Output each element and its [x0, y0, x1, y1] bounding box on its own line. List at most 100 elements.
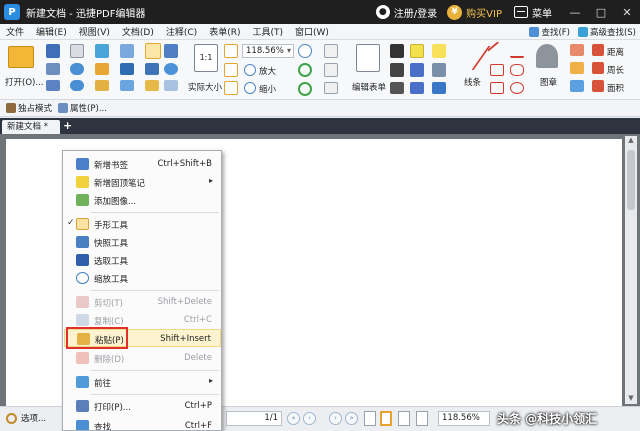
- ctx-add-image[interactable]: 添加图像...: [64, 191, 221, 209]
- actual-size-button[interactable]: 实际大小: [188, 81, 222, 93]
- vip-coin-icon[interactable]: ¥: [447, 4, 463, 20]
- register-login-link[interactable]: 注册/登录: [394, 5, 437, 20]
- zoom-in-button[interactable]: 放大: [259, 65, 276, 77]
- underline-icon[interactable]: [410, 63, 424, 77]
- menu-button[interactable]: 菜单: [532, 5, 552, 20]
- area-icon[interactable]: [592, 80, 604, 92]
- ctx-zoom-tool[interactable]: 缩放工具: [64, 269, 221, 287]
- email-icon[interactable]: [46, 80, 60, 91]
- zoom-out-icon[interactable]: [244, 82, 256, 94]
- edit-form-icon[interactable]: [356, 44, 380, 72]
- menu-edit[interactable]: 编辑(E): [30, 25, 73, 38]
- ctx-delete[interactable]: 删除(D) Delete: [64, 349, 221, 367]
- polyline-icon[interactable]: [490, 64, 504, 76]
- prev-page-icon[interactable]: ‹: [303, 412, 316, 425]
- callout-icon[interactable]: [390, 63, 404, 77]
- continuous-facing-view-icon[interactable]: [416, 411, 428, 426]
- edit-form-button[interactable]: 编辑表单: [352, 81, 386, 93]
- first-page-icon[interactable]: «: [287, 412, 300, 425]
- status-zoom-select[interactable]: 118.56%: [438, 411, 490, 426]
- rotate-icon[interactable]: [95, 44, 109, 58]
- ctx-find[interactable]: 查找 Ctrl+F: [64, 417, 221, 430]
- find-button[interactable]: 查找(F): [529, 26, 570, 38]
- cloud-icon[interactable]: [510, 82, 524, 94]
- menu-icon[interactable]: [514, 6, 528, 18]
- eraser-icon[interactable]: [570, 44, 584, 56]
- fit-page-icon[interactable]: [145, 80, 159, 91]
- actual-size-icon[interactable]: 1:1: [194, 44, 218, 72]
- form-text-icon[interactable]: [324, 44, 338, 58]
- scroll-up-icon[interactable]: ▲: [625, 136, 637, 146]
- stamp-button[interactable]: 图章: [540, 76, 557, 88]
- hand-tool-icon[interactable]: [145, 43, 161, 59]
- text-ribbon-icon[interactable]: [120, 63, 134, 75]
- arrow-icon[interactable]: [487, 41, 507, 61]
- ctx-cut[interactable]: 剪切(T) Shift+Delete: [64, 293, 221, 311]
- rotate-left-icon[interactable]: [298, 63, 312, 77]
- undo-icon[interactable]: [70, 63, 84, 75]
- exclusive-mode-button[interactable]: 独占模式: [6, 102, 52, 114]
- line-icon[interactable]: [449, 46, 491, 70]
- menu-comment[interactable]: 注释(C): [160, 25, 203, 38]
- strikeout-icon[interactable]: [410, 82, 424, 94]
- image-ribbon-icon[interactable]: [120, 44, 134, 58]
- facing-view-icon[interactable]: [398, 411, 410, 426]
- zoom-tool-icon[interactable]: [164, 63, 178, 75]
- properties-button[interactable]: 属性(P)...: [58, 102, 107, 114]
- menu-document[interactable]: 文档(D): [116, 25, 160, 38]
- open-folder-icon[interactable]: [8, 46, 34, 68]
- ctx-select-tool[interactable]: 选取工具: [64, 251, 221, 269]
- form-list-icon[interactable]: [324, 82, 338, 94]
- vertical-scrollbar[interactable]: ▲ ▼: [625, 136, 637, 404]
- print-icon[interactable]: [46, 63, 60, 75]
- zoom-dropdown-icon[interactable]: [298, 44, 312, 58]
- options-button[interactable]: 选项...: [6, 412, 46, 424]
- paste-ribbon-icon[interactable]: [95, 80, 109, 91]
- menu-form[interactable]: 表单(R): [203, 25, 246, 38]
- snapshot-icon[interactable]: [164, 44, 178, 58]
- redo-icon[interactable]: [70, 80, 84, 91]
- stamp-icon[interactable]: [536, 44, 558, 68]
- minimize-button[interactable]: —: [562, 0, 588, 24]
- ctx-print[interactable]: 打印(P)... Ctrl+P: [64, 397, 221, 415]
- zoom-select[interactable]: 118.56%: [242, 44, 294, 58]
- perimeter-icon[interactable]: [592, 62, 604, 74]
- ctx-add-sticky-note[interactable]: 新增固顶笔记 ▸: [64, 173, 221, 191]
- pencil-icon[interactable]: [510, 44, 524, 58]
- page-number-input[interactable]: 1/1: [226, 411, 282, 426]
- line-button[interactable]: 线条: [464, 76, 481, 88]
- menu-view[interactable]: 视图(V): [73, 25, 116, 38]
- zoom-in-icon[interactable]: [244, 64, 256, 76]
- cut-icon[interactable]: [95, 63, 109, 75]
- advanced-find-button[interactable]: 高级查找(S): [577, 26, 636, 38]
- sound-icon[interactable]: [432, 82, 446, 94]
- save-icon[interactable]: [46, 44, 60, 58]
- continuous-view-icon[interactable]: [380, 411, 392, 426]
- rotate-right-icon[interactable]: [298, 82, 312, 96]
- tag-ribbon-icon[interactable]: [120, 80, 134, 91]
- fit-width-icon[interactable]: [164, 80, 178, 91]
- select-text-icon[interactable]: [145, 63, 159, 75]
- scroll-thumb[interactable]: [627, 150, 635, 210]
- attach-icon[interactable]: [432, 63, 446, 77]
- next-page-icon[interactable]: ›: [329, 412, 342, 425]
- open-button[interactable]: 打开(O)...: [5, 76, 43, 88]
- ctx-goto[interactable]: 前往 ▸: [64, 373, 221, 391]
- ctx-hand-tool[interactable]: ✓ 手形工具: [64, 215, 221, 233]
- ctx-add-bookmark[interactable]: 新增书签 Ctrl+Shift+B: [64, 155, 221, 173]
- polygon-icon[interactable]: [510, 64, 524, 76]
- distance-button[interactable]: 距离: [607, 46, 624, 58]
- scan-icon[interactable]: [70, 44, 84, 58]
- menu-window[interactable]: 窗口(W): [289, 25, 335, 38]
- color-icon[interactable]: [570, 80, 584, 92]
- distance-icon[interactable]: [592, 44, 604, 56]
- highlight-icon[interactable]: [410, 44, 424, 58]
- area-button[interactable]: 面积: [607, 82, 624, 94]
- form-check-icon[interactable]: [324, 63, 338, 77]
- single-page-view-icon[interactable]: [364, 411, 376, 426]
- tab-new-document[interactable]: 新建文档 *: [2, 120, 60, 134]
- typewriter-icon[interactable]: [390, 44, 404, 58]
- menu-tools[interactable]: 工具(T): [246, 25, 289, 38]
- last-page-icon[interactable]: »: [345, 412, 358, 425]
- scroll-down-icon[interactable]: ▼: [625, 394, 637, 404]
